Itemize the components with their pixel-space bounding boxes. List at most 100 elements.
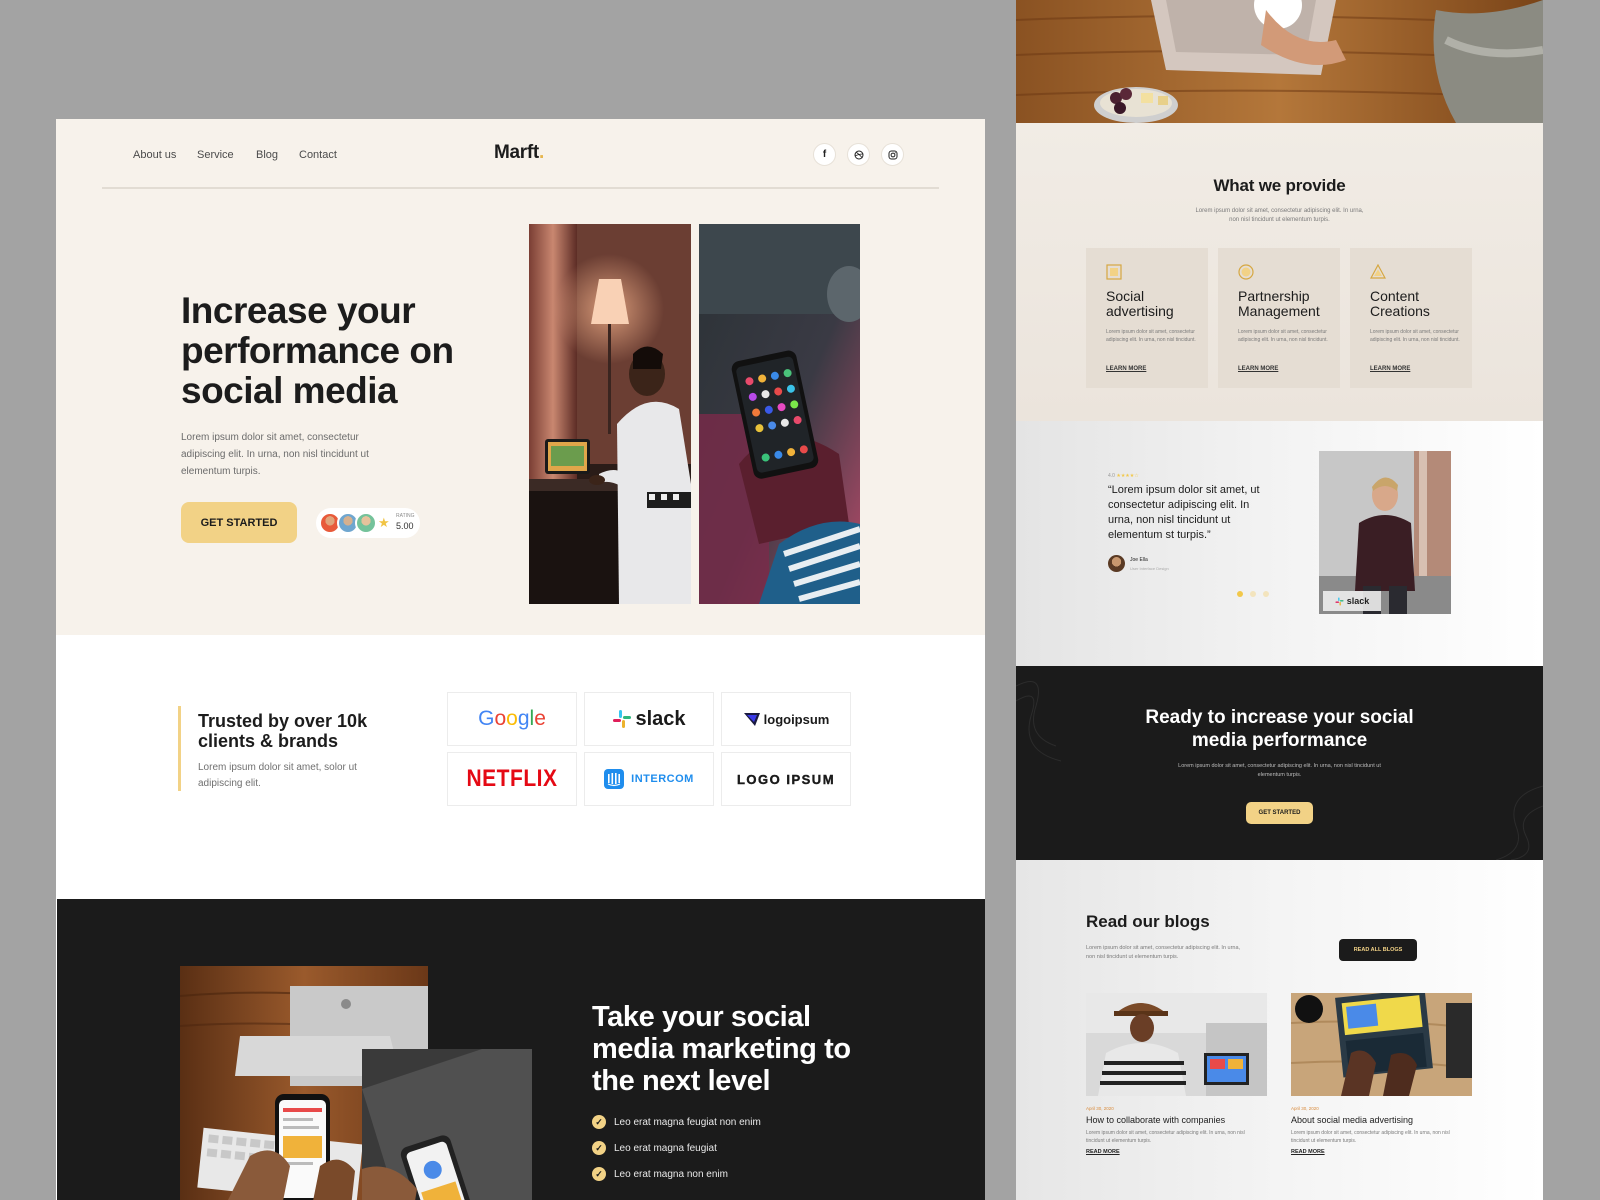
learn-more-link[interactable]: LEARN MORE <box>1106 366 1146 372</box>
service-card-partnership[interactable]: Partnership Management Lorem ipsum dolor… <box>1218 248 1340 388</box>
blog-card[interactable]: April 30, 2020 About social media advert… <box>1291 993 1472 1155</box>
rating-label: RATING <box>396 513 415 519</box>
brand-logo-google: Google <box>447 692 577 746</box>
rating-widget: ★ RATING 5.00 <box>316 508 420 538</box>
read-more-link[interactable]: READ MORE <box>1086 1149 1267 1155</box>
blog-image-tablet-keyboard <box>1291 993 1472 1096</box>
learn-more-link[interactable]: LEARN MORE <box>1238 366 1278 372</box>
slack-icon <box>1335 596 1344 606</box>
marketing-title: Take your social media marketing to the … <box>592 1001 851 1097</box>
service-card-social-advertising[interactable]: Social advertising Lorem ipsum dolor sit… <box>1086 248 1208 388</box>
rating-value: 5.00 <box>396 521 414 531</box>
testimonial-quote: “Lorem ipsum dolor sit amet, ut consecte… <box>1108 484 1260 541</box>
brand-logo-intercom: INTERCOM <box>584 752 714 806</box>
nav-divider <box>102 187 939 189</box>
logo-dot: . <box>538 142 544 163</box>
landing-page-right: What we provide Lorem ipsum dolor sit am… <box>1016 0 1543 1200</box>
testimonial-author: Joe Ella <box>1130 557 1148 563</box>
blog-date: April 30, 2020 <box>1086 1106 1114 1111</box>
service-description: Lorem ipsum dolor sit amet, consectetur … <box>1106 329 1196 343</box>
carousel-dot[interactable] <box>1263 591 1269 597</box>
service-title: Content Creations <box>1370 288 1430 319</box>
marketing-section: Take your social media marketing to the … <box>57 899 985 1200</box>
check-icon: ✓ <box>592 1115 606 1129</box>
blog-excerpt: Lorem ipsum dolor sit amet, consectetur … <box>1086 1130 1245 1144</box>
nav-link-service[interactable]: Service <box>197 149 234 161</box>
intercom-icon <box>604 769 625 789</box>
logo-ipsum-wordmark: LOGO IPSUM <box>736 771 836 787</box>
nav-link-about[interactable]: About us <box>133 149 176 161</box>
check-icon: ✓ <box>592 1141 606 1155</box>
google-wordmark: Google <box>478 707 546 730</box>
trust-accent-bar <box>178 706 181 791</box>
get-started-button[interactable]: GET STARTED <box>181 502 297 543</box>
marketing-photo-phone <box>362 1049 532 1200</box>
testimonial-section: 4.0 ★★★★☆ “Lorem ipsum dolor sit amet, u… <box>1016 421 1543 666</box>
trust-description: Lorem ipsum dolor sit amet, solor ut adi… <box>198 762 357 789</box>
service-card-content-creations[interactable]: Content Creations Lorem ipsum dolor sit … <box>1350 248 1472 388</box>
check-text: Leo erat magna non enim <box>614 1168 728 1180</box>
learn-more-link[interactable]: LEARN MORE <box>1370 366 1410 372</box>
slack-wordmark: slack <box>635 707 686 730</box>
testimonial-rating-value: 4.0 <box>1108 473 1115 479</box>
carousel-dot-active[interactable] <box>1237 591 1243 597</box>
cta-title: Ready to increase your social media perf… <box>1016 706 1543 752</box>
brand-logo-logoipsum: logoipsum <box>721 692 851 746</box>
circle-icon <box>1238 264 1254 280</box>
logo-text: Marft <box>494 142 539 163</box>
blog-excerpt: Lorem ipsum dolor sit amet, consectetur … <box>1291 1130 1450 1144</box>
blog-post-title[interactable]: How to collaborate with companies <box>1086 1115 1267 1125</box>
carousel-dot[interactable] <box>1250 591 1256 597</box>
hero-photo-man-at-desk <box>529 224 691 604</box>
blog-date: April 30, 2020 <box>1291 1106 1319 1111</box>
blog-card[interactable]: April 30, 2020 How to collaborate with c… <box>1086 993 1267 1155</box>
testimonial-photo: slack <box>1319 451 1451 614</box>
netflix-wordmark: NETFLIX <box>466 765 558 792</box>
slack-badge-label: slack <box>1346 596 1370 606</box>
read-more-link[interactable]: READ MORE <box>1291 1149 1472 1155</box>
logo[interactable]: Marft. <box>494 142 544 164</box>
blog-post-title[interactable]: About social media advertising <box>1291 1115 1472 1125</box>
dribbble-icon[interactable] <box>847 143 870 166</box>
instagram-icon[interactable] <box>881 143 904 166</box>
testimonial-role: User Interface Design <box>1130 566 1169 571</box>
cta-section: Ready to increase your social media perf… <box>1016 666 1543 860</box>
logoipsum-wordmark: logoipsum <box>763 711 830 727</box>
nav-link-contact[interactable]: Contact <box>299 149 337 161</box>
slack-badge: slack <box>1323 591 1381 611</box>
check-text: Leo erat magna feugiat non enim <box>614 1116 761 1128</box>
blog-image-man-laptop <box>1086 993 1267 1096</box>
check-list-item: ✓ Leo erat magna feugiat <box>592 1141 717 1155</box>
intercom-wordmark: INTERCOM <box>631 773 694 785</box>
logoipsum-icon <box>743 713 760 726</box>
service-title: Social advertising <box>1106 288 1174 319</box>
slack-icon <box>613 710 632 728</box>
check-list-item: ✓ Leo erat magna non enim <box>592 1167 728 1181</box>
services-section: What we provide Lorem ipsum dolor sit am… <box>1016 123 1543 421</box>
hero-section: About us Service Blog Contact Marft. f I… <box>56 119 985 635</box>
avatar <box>1108 555 1125 572</box>
triangle-icon <box>1370 264 1386 279</box>
facebook-icon[interactable]: f <box>813 143 836 166</box>
star-icon: ★ <box>378 515 390 530</box>
avatar <box>355 512 377 534</box>
brand-logo-netflix: NETFLIX <box>447 752 577 806</box>
nav-link-blog[interactable]: Blog <box>256 149 278 161</box>
service-description: Lorem ipsum dolor sit amet, consectetur … <box>1370 329 1460 343</box>
top-photo-laptop-table <box>1016 0 1543 123</box>
check-icon: ✓ <box>592 1167 606 1181</box>
cta-title-text: Ready to increase your social media perf… <box>1145 707 1414 751</box>
testimonial-rating: 4.0 ★★★★☆ <box>1108 473 1139 479</box>
blogs-title: Read our blogs <box>1086 912 1210 931</box>
service-title: Partnership Management <box>1238 288 1320 319</box>
landing-page-left: About us Service Blog Contact Marft. f I… <box>56 119 985 1200</box>
read-all-blogs-button[interactable]: READ ALL BLOGS <box>1339 939 1417 961</box>
brand-logo-logo-ipsum: LOGO IPSUM <box>721 752 851 806</box>
blogs-section: Read our blogs Lorem ipsum dolor sit ame… <box>1016 860 1543 1200</box>
trust-title: Trusted by over 10k clients & brands <box>198 711 368 751</box>
cta-get-started-button[interactable]: GET STARTED <box>1246 802 1313 824</box>
cta-description: Lorem ipsum dolor sit amet, consectetur … <box>1178 763 1381 778</box>
services-description: Lorem ipsum dolor sit amet, consectetur … <box>1195 208 1364 223</box>
check-list-item: ✓ Leo erat magna feugiat non enim <box>592 1115 761 1129</box>
hero-title: Increase your performance on social medi… <box>181 290 454 411</box>
